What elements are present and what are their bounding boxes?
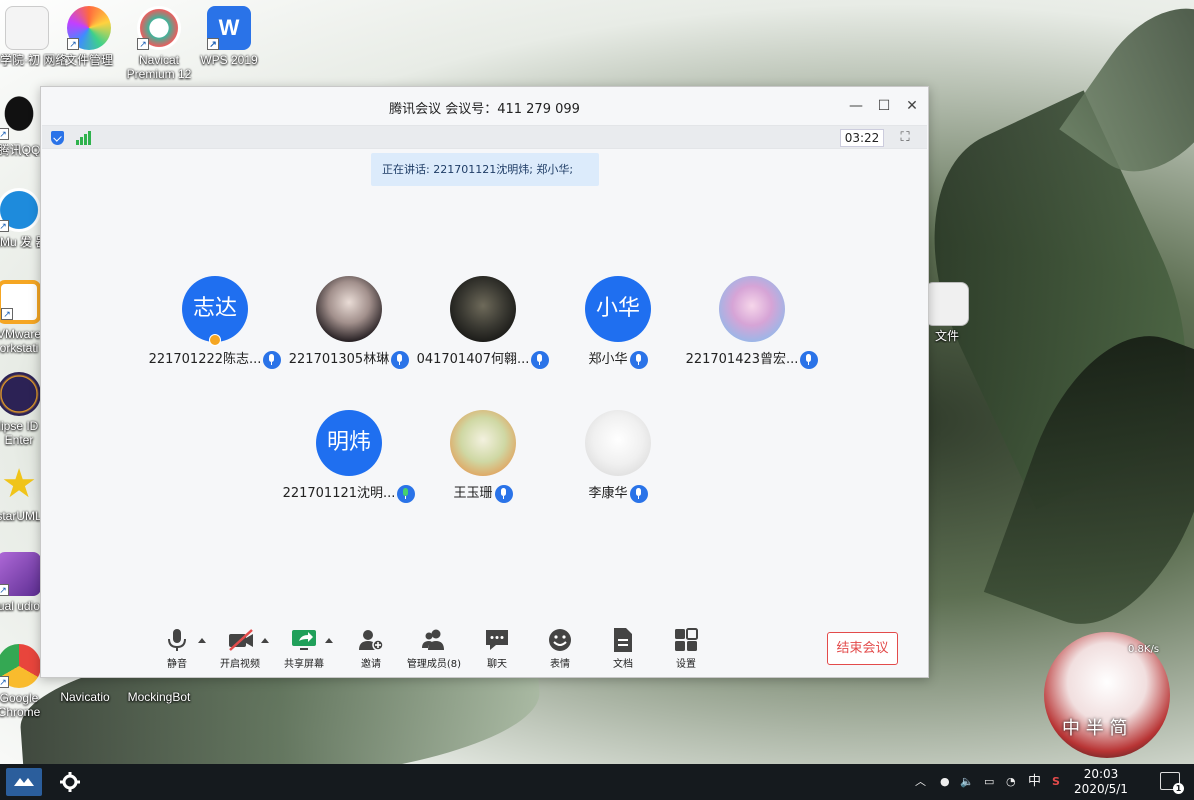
- eclipse-icon: [0, 372, 41, 416]
- document-icon: [610, 627, 636, 653]
- avatar: [450, 276, 516, 342]
- participant-tile[interactable]: 221701423曾宏...: [682, 276, 822, 370]
- microphone-icon[interactable]: [629, 351, 648, 369]
- document-icon: [5, 6, 49, 50]
- avatar: [450, 410, 516, 476]
- participant-tile[interactable]: 小华 郑小华: [548, 276, 688, 370]
- ime-status: 中 半 简: [1062, 718, 1128, 739]
- signal-icon[interactable]: [76, 131, 92, 145]
- settings-button[interactable]: 设置: [655, 627, 717, 670]
- maximize-button[interactable]: ☐: [874, 96, 894, 116]
- share-screen-icon: [291, 627, 333, 653]
- microphone-icon[interactable]: [629, 485, 648, 503]
- qq-icon: ↗: [0, 96, 41, 140]
- video-off-icon: [227, 627, 269, 653]
- network-speed: 0.8K/s: [1128, 644, 1160, 655]
- participant-name: 221701222陈志...: [148, 352, 262, 367]
- end-meeting-button[interactable]: 结束会议: [827, 632, 898, 665]
- taskbar: ︿ ● 🔈 ▭ ◔ 中 S 20:03 2020/5/1 1: [0, 764, 1194, 800]
- avatar: [316, 276, 382, 342]
- volume-icon[interactable]: 🔈: [960, 764, 974, 800]
- members-icon: [421, 627, 447, 653]
- taskbar-meeting-app[interactable]: [6, 768, 42, 796]
- microphone-icon[interactable]: [391, 351, 410, 369]
- desktop-icon-wps[interactable]: W ↗ WPS 2019: [190, 6, 268, 67]
- gear-icon: [60, 772, 80, 792]
- participant-tile[interactable]: 明炜 221701121沈明...: [279, 410, 419, 504]
- app-icon: ↗: [0, 188, 41, 232]
- battery-icon[interactable]: ▭: [984, 764, 994, 800]
- wps-icon: W ↗: [207, 6, 251, 50]
- desktop-icon-navicat-2[interactable]: Navicatio: [46, 690, 124, 704]
- wifi-icon[interactable]: ◔: [1006, 764, 1016, 800]
- microphone-icon[interactable]: [531, 351, 550, 369]
- shield-icon[interactable]: [51, 131, 64, 145]
- participant-name: 221701121沈明...: [282, 486, 396, 501]
- avatar: [719, 276, 785, 342]
- notification-icon[interactable]: 1: [1160, 772, 1184, 794]
- documents-button[interactable]: 文档: [592, 627, 654, 670]
- ime-indicator[interactable]: 中: [1028, 764, 1041, 800]
- host-badge-icon: [209, 334, 221, 346]
- participant-name: 221701423曾宏...: [685, 352, 799, 367]
- window-titlebar[interactable]: 腾讯会议 会议号：411 279 099 — ☐ ✕: [41, 87, 928, 125]
- tray-qq-icon[interactable]: ●: [940, 764, 950, 800]
- participant-name: 郑小华: [588, 352, 628, 367]
- participant-name: 李康华: [588, 486, 628, 501]
- microphone-icon[interactable]: [494, 485, 513, 503]
- chat-button[interactable]: 聊天: [466, 627, 528, 670]
- participant-tile[interactable]: 志达 221701222陈志...: [145, 276, 285, 370]
- manage-members-button[interactable]: 管理成员(8): [403, 627, 465, 670]
- caret-up-icon[interactable]: [261, 638, 269, 643]
- network-speed-widget[interactable]: 0.8K/s 中 半 简: [1044, 632, 1170, 758]
- desktop-icon-mockingbot[interactable]: MockingBot: [120, 690, 198, 704]
- meeting-toolbar: 静音 开启视频 共享屏幕 邀请 管理成员(8) 聊天 表情 文档 设置 结束会议: [41, 627, 930, 679]
- chrome-icon: ↗: [0, 644, 41, 688]
- mute-button[interactable]: 静音: [146, 627, 208, 670]
- caret-up-icon[interactable]: [325, 638, 333, 643]
- video-button[interactable]: 开启视频: [209, 627, 271, 670]
- grid-settings-icon: [673, 627, 699, 653]
- participant-tile[interactable]: 041701407何翱...: [413, 276, 553, 370]
- emoji-button[interactable]: 表情: [529, 627, 591, 670]
- avatar: 小华: [585, 276, 651, 342]
- visual-studio-icon: ↗: [0, 552, 41, 596]
- staruml-icon: ★: [1, 462, 37, 506]
- speaking-banner: 正在讲话: 221701121沈明炜; 郑小华;: [371, 153, 599, 186]
- avatar: 志达: [182, 276, 248, 342]
- invite-button[interactable]: 邀请: [340, 627, 402, 670]
- navicat-icon: ↗: [137, 6, 181, 50]
- participant-name: 221701305林琳: [288, 352, 390, 367]
- participant-name: 王玉珊: [453, 486, 493, 501]
- taskbar-settings-app[interactable]: [52, 768, 88, 796]
- participant-name: 041701407何翱...: [416, 352, 530, 367]
- desktop-icon-navicat[interactable]: ↗ Navicat Premium 12: [120, 6, 198, 81]
- close-button[interactable]: ✕: [902, 96, 922, 116]
- emoji-icon: [547, 627, 573, 653]
- meeting-window: 腾讯会议 会议号：411 279 099 — ☐ ✕ 03:22 ⛶ 正在讲话:…: [40, 86, 929, 678]
- clock[interactable]: 20:03 2020/5/1: [1066, 767, 1136, 797]
- status-strip: 03:22 ⛶: [42, 125, 927, 149]
- fullscreen-icon[interactable]: ⛶: [897, 130, 913, 146]
- microphone-icon[interactable]: [800, 351, 819, 369]
- vmware-icon: ↗: [0, 280, 41, 324]
- file-manager-icon: ↗: [67, 6, 111, 50]
- folder-icon: [925, 282, 969, 326]
- participant-tile[interactable]: 王玉珊: [413, 410, 553, 504]
- participant-tile[interactable]: 221701305林琳: [279, 276, 419, 370]
- add-user-icon: [358, 627, 384, 653]
- caret-up-icon[interactable]: [198, 638, 206, 643]
- participant-tile[interactable]: 李康华: [548, 410, 688, 504]
- window-title: 腾讯会议 会议号：411 279 099: [389, 102, 580, 117]
- avatar: [585, 410, 651, 476]
- avatar: 明炜: [316, 410, 382, 476]
- desktop-icon-file-manager[interactable]: ↗ 文件管理: [50, 6, 128, 67]
- sogou-icon[interactable]: S: [1052, 764, 1060, 800]
- minimize-button[interactable]: —: [846, 96, 866, 116]
- share-screen-button[interactable]: 共享屏幕: [273, 627, 335, 670]
- chat-icon: [484, 627, 510, 653]
- microphone-icon: [164, 627, 206, 653]
- meeting-timer: 03:22: [840, 129, 884, 147]
- tray-expand-icon[interactable]: ︿: [915, 764, 926, 800]
